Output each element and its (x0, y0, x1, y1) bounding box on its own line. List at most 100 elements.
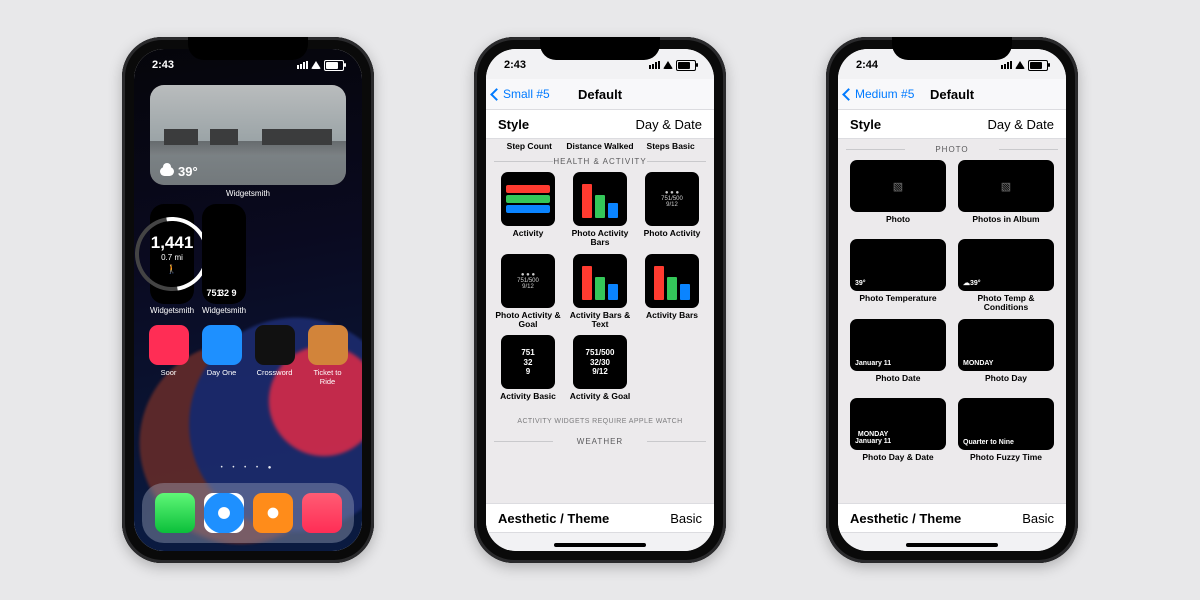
home-indicator[interactable] (906, 543, 998, 547)
style-photo-activity-goal[interactable]: ● ● ●751/5009/12 Photo Activity & Goal (494, 254, 562, 330)
cell-label: Photo Temperature (848, 294, 948, 312)
app-soor[interactable]: Soor (148, 325, 189, 386)
nav-title: Default (930, 87, 974, 102)
thumb-icon: ☁39° (958, 239, 1054, 291)
thumb-icon (573, 254, 627, 308)
cell-label: Photo Activity & Goal (494, 311, 562, 330)
aesthetic-row[interactable]: Aesthetic / Theme Basic (486, 503, 714, 533)
app-day-one[interactable]: Day One (201, 325, 242, 386)
battery-icon (676, 60, 696, 71)
weather-photo-widget[interactable]: 39° (150, 85, 346, 185)
thumb-icon (501, 172, 555, 226)
thumb-icon: ● ● ●751/5009/12 (645, 172, 699, 226)
back-button[interactable]: Small #5 (492, 87, 550, 101)
style-activity-bars-text[interactable]: Activity Bars & Text (566, 254, 634, 330)
style-activity-goal[interactable]: 751/50032/309/12 Activity & Goal (566, 335, 634, 410)
scroll-area[interactable]: Step Count Distance Walked Steps Basic H… (486, 139, 714, 503)
cell-label[interactable]: Step Count (494, 141, 565, 151)
phone-medium-styles: 2:44 Medium #5 Default Style Day & Date … (826, 37, 1078, 563)
style-row[interactable]: Style Day & Date (838, 109, 1066, 139)
cellular-icon (649, 61, 660, 69)
style-photos-album[interactable]: ▧Photos in Album (956, 160, 1056, 233)
cell-label: Photo Temp & Conditions (956, 294, 1056, 313)
back-label: Medium #5 (855, 87, 914, 101)
messages-icon[interactable] (155, 493, 195, 533)
cell-label: Activity Basic (494, 392, 562, 410)
page-dots[interactable]: • • • • ● (134, 465, 362, 471)
style-photo-fuzzy[interactable]: Quarter to Nine Photo Fuzzy Time (956, 398, 1056, 471)
aesthetic-value: Basic (670, 511, 702, 526)
style-photo-temp-cond[interactable]: ☁39° Photo Temp & Conditions (956, 239, 1056, 313)
style-value: Day & Date (636, 117, 702, 132)
home-indicator[interactable] (554, 543, 646, 547)
style-activity-bars[interactable]: Activity Bars (638, 254, 706, 330)
thumb-icon: ▧ (958, 160, 1054, 212)
cell-label: Photo (848, 215, 948, 233)
style-photo-temp[interactable]: 39° Photo Temperature (848, 239, 948, 313)
style-grid: ▧Photo▧Photos in Album39°Photo Temperatu… (838, 158, 1066, 473)
partial-row: Step Count Distance Walked Steps Basic (486, 139, 714, 151)
cell-label: Photo Date (848, 374, 948, 392)
step-distance: 0.7 mi (151, 253, 194, 262)
cell-label[interactable]: Steps Basic (635, 141, 706, 151)
thumb-icon: Quarter to Nine (958, 398, 1054, 450)
music-icon[interactable] (302, 493, 342, 533)
style-label: Style (498, 117, 529, 132)
aesthetic-label: Aesthetic / Theme (498, 511, 609, 526)
thumb-icon: 751/50032/309/12 (573, 335, 627, 389)
empty-cell (638, 335, 706, 410)
activity-bars-widget[interactable]: 751329 (202, 204, 246, 304)
battery-icon (1028, 60, 1048, 71)
status-indicators (1001, 60, 1048, 71)
cell-label[interactable]: Distance Walked (565, 141, 636, 151)
bar-value: 32 (219, 288, 229, 298)
safari-icon[interactable] (204, 493, 244, 533)
thumb-icon: 39° (850, 239, 946, 291)
nav-title: Default (578, 87, 622, 102)
app-icon (255, 325, 295, 365)
thumb-icon: 751329 (501, 335, 555, 389)
thumb-icon: MONDAY (958, 319, 1054, 371)
style-label: Style (850, 117, 881, 132)
style-photo-activity[interactable]: ● ● ●751/5009/12 Photo Activity (638, 172, 706, 248)
style-photo[interactable]: ▧Photo (848, 160, 948, 233)
aesthetic-row[interactable]: Aesthetic / Theme Basic (838, 503, 1066, 533)
style-photo-date[interactable]: January 11Photo Date (848, 319, 948, 392)
thumb-icon: ● ● ●751/5009/12 (501, 254, 555, 308)
status-indicators (649, 60, 696, 71)
cell-label: Activity & Goal (566, 392, 634, 410)
cell-label: Photo Fuzzy Time (956, 453, 1056, 471)
temp-overlay: 39° (160, 164, 198, 179)
overcast-icon[interactable] (253, 493, 293, 533)
widget-label: Widgetsmith (144, 189, 352, 198)
app-icon (202, 325, 242, 365)
back-button[interactable]: Medium #5 (844, 87, 914, 101)
step-widget[interactable]: 1,441 0.7 mi 🚶 (150, 204, 194, 304)
style-photo-day-date[interactable]: MONDAYJanuary 11Photo Day & Date (848, 398, 948, 471)
walker-icon: 🚶 (151, 264, 194, 275)
section-header: PHOTO (838, 139, 1066, 158)
cell-label: Photo Activity (638, 229, 706, 247)
style-activity-basic[interactable]: 751329 Activity Basic (494, 335, 562, 410)
app-crossword[interactable]: Crossword (254, 325, 295, 386)
cell-label: Activity Bars & Text (566, 311, 634, 330)
style-photo-activity-bars[interactable]: Photo Activity Bars (566, 172, 634, 248)
style-photo-day[interactable]: MONDAYPhoto Day (956, 319, 1056, 392)
phone-home: 2:43 39° (122, 37, 374, 563)
dock (142, 483, 354, 543)
style-activity[interactable]: Activity (494, 172, 562, 248)
style-row[interactable]: Style Day & Date (486, 109, 714, 139)
scroll-area[interactable]: PHOTO ▧Photo▧Photos in Album39°Photo Tem… (838, 139, 1066, 503)
notch (892, 37, 1012, 60)
widget-label: Widgetsmith (202, 306, 246, 315)
nav-bar: Small #5 Default (486, 79, 714, 109)
status-time: 2:43 (152, 59, 174, 71)
app-icon (308, 325, 348, 365)
wifi-icon (1015, 61, 1025, 69)
back-label: Small #5 (503, 87, 550, 101)
wifi-icon (311, 61, 321, 69)
cell-label: Activity (494, 229, 562, 247)
app-ticket-to-ride[interactable]: Ticket to Ride (307, 325, 348, 386)
home-screen[interactable]: 2:43 39° (134, 49, 362, 551)
nav-bar: Medium #5 Default (838, 79, 1066, 109)
